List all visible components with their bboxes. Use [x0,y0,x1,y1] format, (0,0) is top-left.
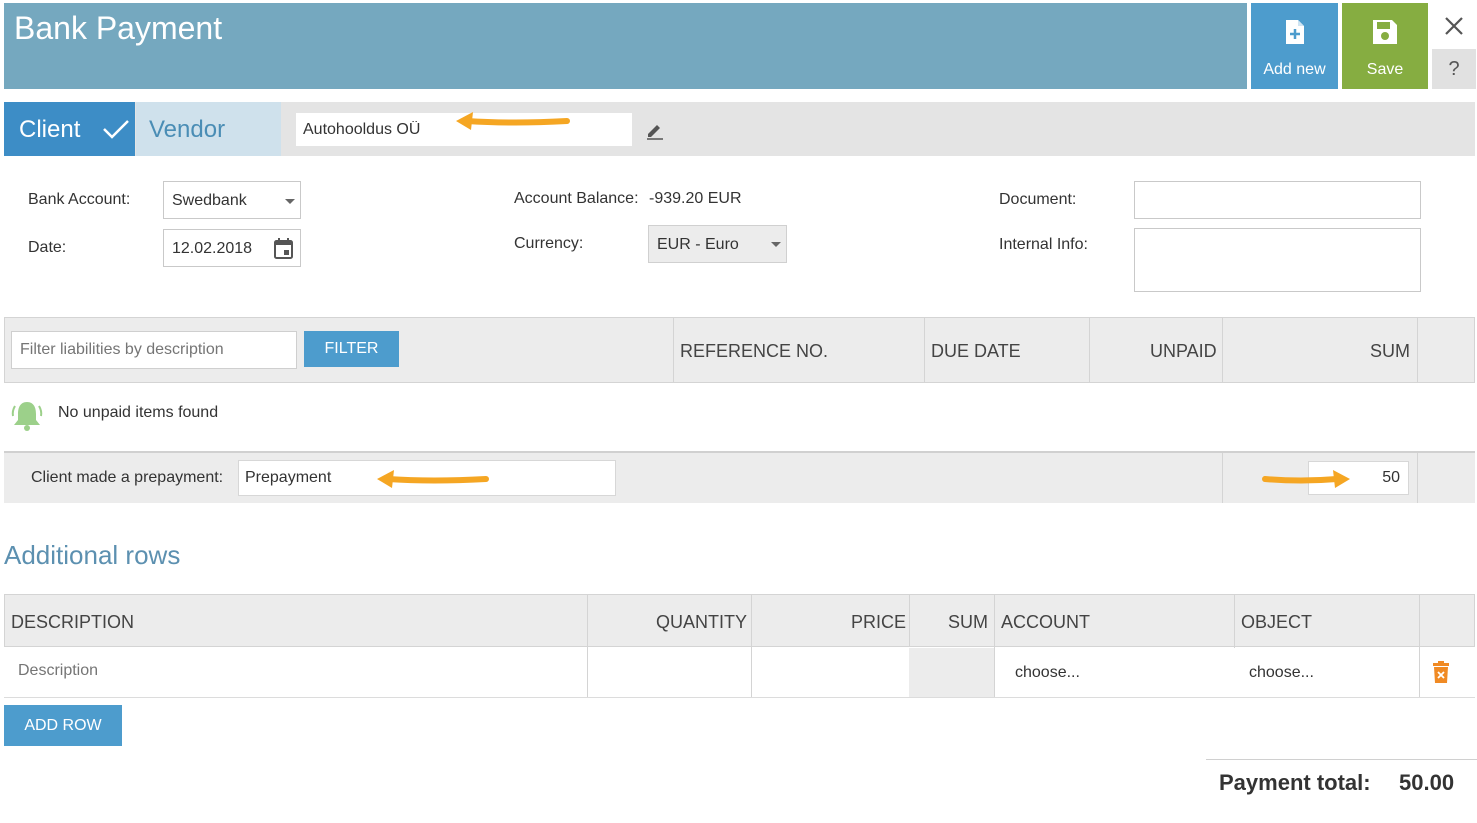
bell-icon [10,398,44,437]
vendor-tab-label: Vendor [149,116,226,143]
column-header-due-date[interactable]: DUE DATE [931,341,1021,362]
close-button[interactable] [1432,6,1476,46]
document-label: Document: [999,191,1077,208]
floppy-disk-icon [1372,19,1398,50]
save-button[interactable]: Save [1342,3,1428,89]
row-account-value: choose... [1015,664,1080,681]
bank-account-value: Swedbank [172,192,247,209]
column-header-description: DESCRIPTION [11,612,135,632]
add-row-button[interactable]: ADD ROW [4,705,122,746]
column-header-object: OBJECT [1241,612,1313,632]
row-sum-cell [909,648,994,697]
total-divider [1206,759,1477,760]
no-unpaid-items-message: No unpaid items found [58,404,219,421]
currency-select[interactable]: EUR - Euro [648,225,787,263]
filter-liabilities-input[interactable] [11,331,297,369]
date-value: 12.02.2018 [172,240,253,257]
row-account-select[interactable]: choose... [995,648,1235,697]
prepayment-label: Client made a prepayment: [31,469,224,486]
currency-label: Currency: [514,235,584,252]
calendar-icon[interactable] [274,238,293,264]
bank-account-select[interactable]: Swedbank [163,181,301,219]
column-header-account: ACCOUNT [1001,612,1090,632]
column-divider [587,595,588,697]
additional-rows-title: Additional rows [4,540,181,570]
page-title: Bank Payment [14,10,223,46]
filter-button[interactable]: FILTER [304,331,399,367]
add-new-label: Add new [1263,61,1326,78]
column-divider [1419,595,1420,697]
document-input[interactable] [1134,181,1421,219]
row-object-value: choose... [1249,664,1314,681]
account-balance-value: -939.20 EUR [649,190,742,207]
save-label: Save [1366,61,1404,78]
row-object-select[interactable]: choose... [1235,648,1419,697]
column-divider [1417,318,1418,382]
prepayment-row [4,451,1475,503]
client-tab[interactable]: Client [4,102,135,156]
internal-info-label: Internal Info: [999,236,1088,253]
date-label: Date: [28,239,67,256]
add-document-icon [1284,19,1306,50]
column-header-quantity: QUANTITY [656,612,748,632]
column-divider [1222,318,1223,382]
account-balance-label: Account Balance: [514,190,639,207]
row-description-input[interactable] [5,648,587,697]
close-icon [1443,17,1465,41]
column-header-sum[interactable]: SUM [1370,341,1410,362]
row-divider [4,697,1475,698]
column-divider [673,318,674,382]
internal-info-textarea[interactable] [1134,228,1421,292]
column-header-unpaid[interactable]: UNPAID [1150,341,1217,362]
currency-value: EUR - Euro [657,236,739,253]
bank-account-label: Bank Account: [28,191,131,208]
annotation-arrow-icon [377,470,489,488]
column-divider [1417,453,1418,503]
column-divider [1222,453,1223,503]
payment-total-label: Payment total: [1219,770,1371,795]
column-divider [909,595,910,646]
date-input[interactable]: 12.02.2018 [163,229,301,267]
column-divider [1089,318,1090,382]
add-new-button[interactable]: Add new [1251,3,1338,89]
client-tab-label: Client [19,116,81,143]
dropdown-caret-icon [285,199,295,204]
column-header-reference-no[interactable]: REFERENCE NO. [680,341,828,362]
row-quantity-input[interactable] [589,648,750,697]
vendor-tab[interactable]: Vendor [136,102,281,156]
trash-icon[interactable] [1432,661,1450,688]
annotation-arrow-icon [1262,470,1350,488]
help-button[interactable]: ? [1432,49,1476,89]
payment-total-value: 50.00 [1399,770,1455,795]
column-header-sum: SUM [948,612,988,632]
column-divider [751,595,752,697]
dropdown-caret-icon [771,242,781,247]
column-divider [924,318,925,382]
annotation-arrow-icon [456,112,570,130]
checkmark-icon [102,118,130,147]
pencil-icon[interactable] [644,120,666,147]
column-header-price: PRICE [851,612,907,632]
row-price-input[interactable] [753,648,908,697]
